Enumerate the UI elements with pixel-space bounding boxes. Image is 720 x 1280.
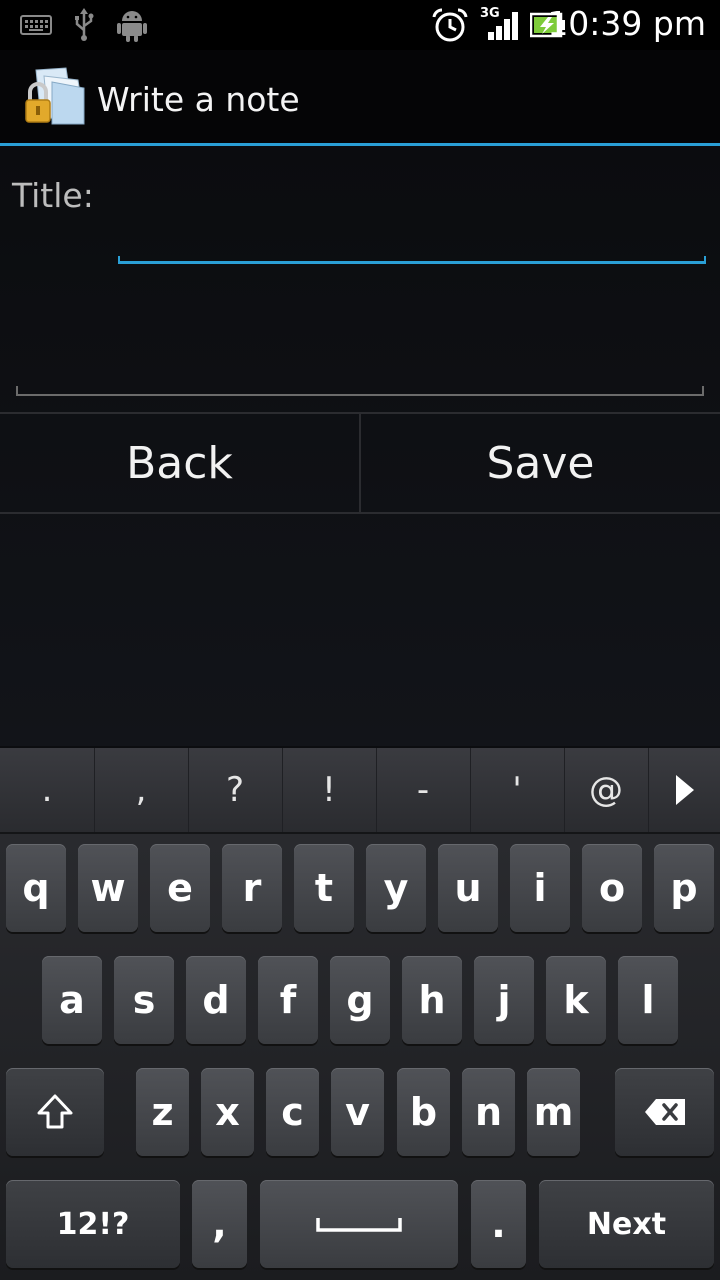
punct-key-period[interactable]: . [0,748,95,832]
secure-notes-app-icon [25,67,85,125]
more-punct-arrow-button[interactable] [648,748,720,832]
key-q[interactable]: q [6,844,66,932]
key-comma[interactable]: , [192,1180,247,1268]
android-icon [117,11,147,42]
soft-keyboard: . , ? ! - ' @ q w e r t y u i o p a s d … [0,748,720,1280]
key-k[interactable]: k [546,956,606,1044]
screen: 3G 10:39 pm Write a note Title: Back Sav… [0,0,720,1280]
triangle-right-icon [676,775,694,805]
space-key[interactable] [260,1180,458,1268]
punct-key-comma[interactable]: , [94,748,189,832]
action-bar: Write a note [0,50,720,143]
punct-key-apostrophe[interactable]: ' [470,748,565,832]
key-t[interactable]: t [294,844,354,932]
key-e[interactable]: e [150,844,210,932]
keyboard-icon [20,15,52,35]
key-period[interactable]: . [471,1180,526,1268]
signal-icon [488,12,518,40]
status-bar: 3G 10:39 pm [0,0,720,50]
punct-key-question[interactable]: ? [188,748,283,832]
punctuation-bar: . , ? ! - ' @ [0,748,720,834]
key-d[interactable]: d [186,956,246,1044]
key-u[interactable]: u [438,844,498,932]
punct-key-exclamation[interactable]: ! [282,748,377,832]
key-l[interactable]: l [618,956,678,1044]
key-n[interactable]: n [462,1068,515,1156]
usb-icon [75,8,94,41]
punct-key-at[interactable]: @ [564,748,649,832]
backspace-key[interactable] [615,1068,714,1156]
key-h[interactable]: h [402,956,462,1044]
backspace-icon [644,1099,685,1125]
key-x[interactable]: x [201,1068,254,1156]
key-o[interactable]: o [582,844,642,932]
back-button[interactable]: Back [0,414,361,512]
key-b[interactable]: b [397,1068,450,1156]
key-r[interactable]: r [222,844,282,932]
key-i[interactable]: i [510,844,570,932]
symbols-key[interactable]: 12!? [6,1180,180,1268]
key-j[interactable]: j [474,956,534,1044]
key-c[interactable]: c [266,1068,319,1156]
note-form: Title: Back Save [0,146,720,746]
punct-key-dash[interactable]: - [376,748,471,832]
key-s[interactable]: s [114,956,174,1044]
note-body-input[interactable] [16,286,708,398]
space-bar-icon [316,1218,402,1232]
key-y[interactable]: y [366,844,426,932]
shift-arrow-icon [37,1094,73,1129]
key-g[interactable]: g [330,956,390,1044]
key-p[interactable]: p [654,844,714,932]
title-label: Title: [12,176,94,215]
save-button[interactable]: Save [361,414,720,512]
next-key[interactable]: Next [539,1180,714,1268]
key-m[interactable]: m [527,1068,580,1156]
page-title: Write a note [97,80,300,119]
key-w[interactable]: w [78,844,138,932]
title-input[interactable] [118,206,710,266]
alarm-icon [432,8,468,42]
status-time: 10:39 pm [547,4,706,43]
key-f[interactable]: f [258,956,318,1044]
button-row: Back Save [0,412,720,514]
key-a[interactable]: a [42,956,102,1044]
key-v[interactable]: v [331,1068,384,1156]
shift-key[interactable] [6,1068,104,1156]
key-z[interactable]: z [136,1068,189,1156]
